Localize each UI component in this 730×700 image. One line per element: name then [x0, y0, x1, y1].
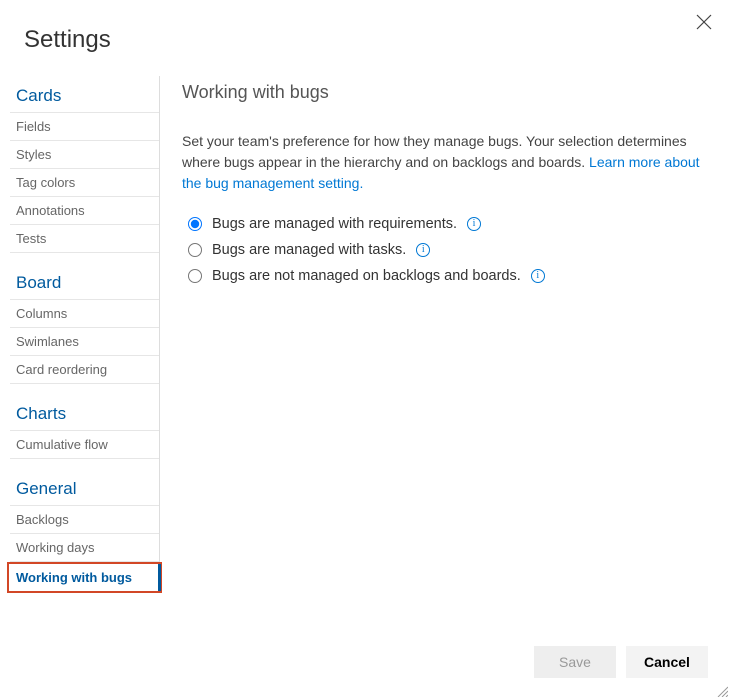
radio-none[interactable]: [188, 269, 202, 283]
sidebar-item-tag-colors[interactable]: Tag colors: [10, 169, 159, 197]
sidebar-item-annotations[interactable]: Annotations: [10, 197, 159, 225]
close-icon[interactable]: [696, 14, 712, 30]
resize-grip-icon[interactable]: [716, 684, 728, 696]
sidebar-item-card-reordering[interactable]: Card reordering: [10, 356, 159, 384]
info-icon[interactable]: i: [531, 269, 545, 283]
main-panel: Working with bugs Set your team's prefer…: [160, 76, 730, 593]
sidebar-item-backlogs[interactable]: Backlogs: [10, 506, 159, 534]
sidebar-section-charts: Charts: [10, 394, 159, 431]
sidebar-item-columns[interactable]: Columns: [10, 300, 159, 328]
main-title: Working with bugs: [182, 82, 702, 103]
sidebar-item-fields[interactable]: Fields: [10, 113, 159, 141]
sidebar-item-working-days[interactable]: Working days: [10, 534, 159, 562]
info-icon[interactable]: i: [416, 243, 430, 257]
sidebar-section-general: General: [10, 469, 159, 506]
page-title: Settings: [0, 0, 730, 76]
sidebar-item-working-with-bugs[interactable]: Working with bugs: [9, 564, 161, 591]
sidebar-item-cumulative-flow[interactable]: Cumulative flow: [10, 431, 159, 459]
main-description: Set your team's preference for how they …: [182, 131, 702, 194]
sidebar-item-highlight: Working with bugs: [7, 562, 162, 593]
sidebar-item-swimlanes[interactable]: Swimlanes: [10, 328, 159, 356]
radio-label: Bugs are not managed on backlogs and boa…: [212, 268, 521, 284]
footer: Save Cancel: [534, 646, 708, 678]
info-icon[interactable]: i: [467, 217, 481, 231]
sidebar-item-styles[interactable]: Styles: [10, 141, 159, 169]
sidebar-section-cards: Cards: [10, 76, 159, 113]
radio-requirements[interactable]: [188, 217, 202, 231]
sidebar-item-tests[interactable]: Tests: [10, 225, 159, 253]
sidebar: Cards Fields Styles Tag colors Annotatio…: [0, 76, 160, 593]
sidebar-section-board: Board: [10, 263, 159, 300]
bug-option-tasks[interactable]: Bugs are managed with tasks. i: [182, 238, 702, 264]
radio-label: Bugs are managed with requirements.: [212, 216, 457, 232]
radio-tasks[interactable]: [188, 243, 202, 257]
radio-label: Bugs are managed with tasks.: [212, 242, 406, 258]
bug-option-requirements[interactable]: Bugs are managed with requirements. i: [182, 212, 702, 238]
bug-option-none[interactable]: Bugs are not managed on backlogs and boa…: [182, 264, 702, 290]
cancel-button[interactable]: Cancel: [626, 646, 708, 678]
save-button[interactable]: Save: [534, 646, 616, 678]
